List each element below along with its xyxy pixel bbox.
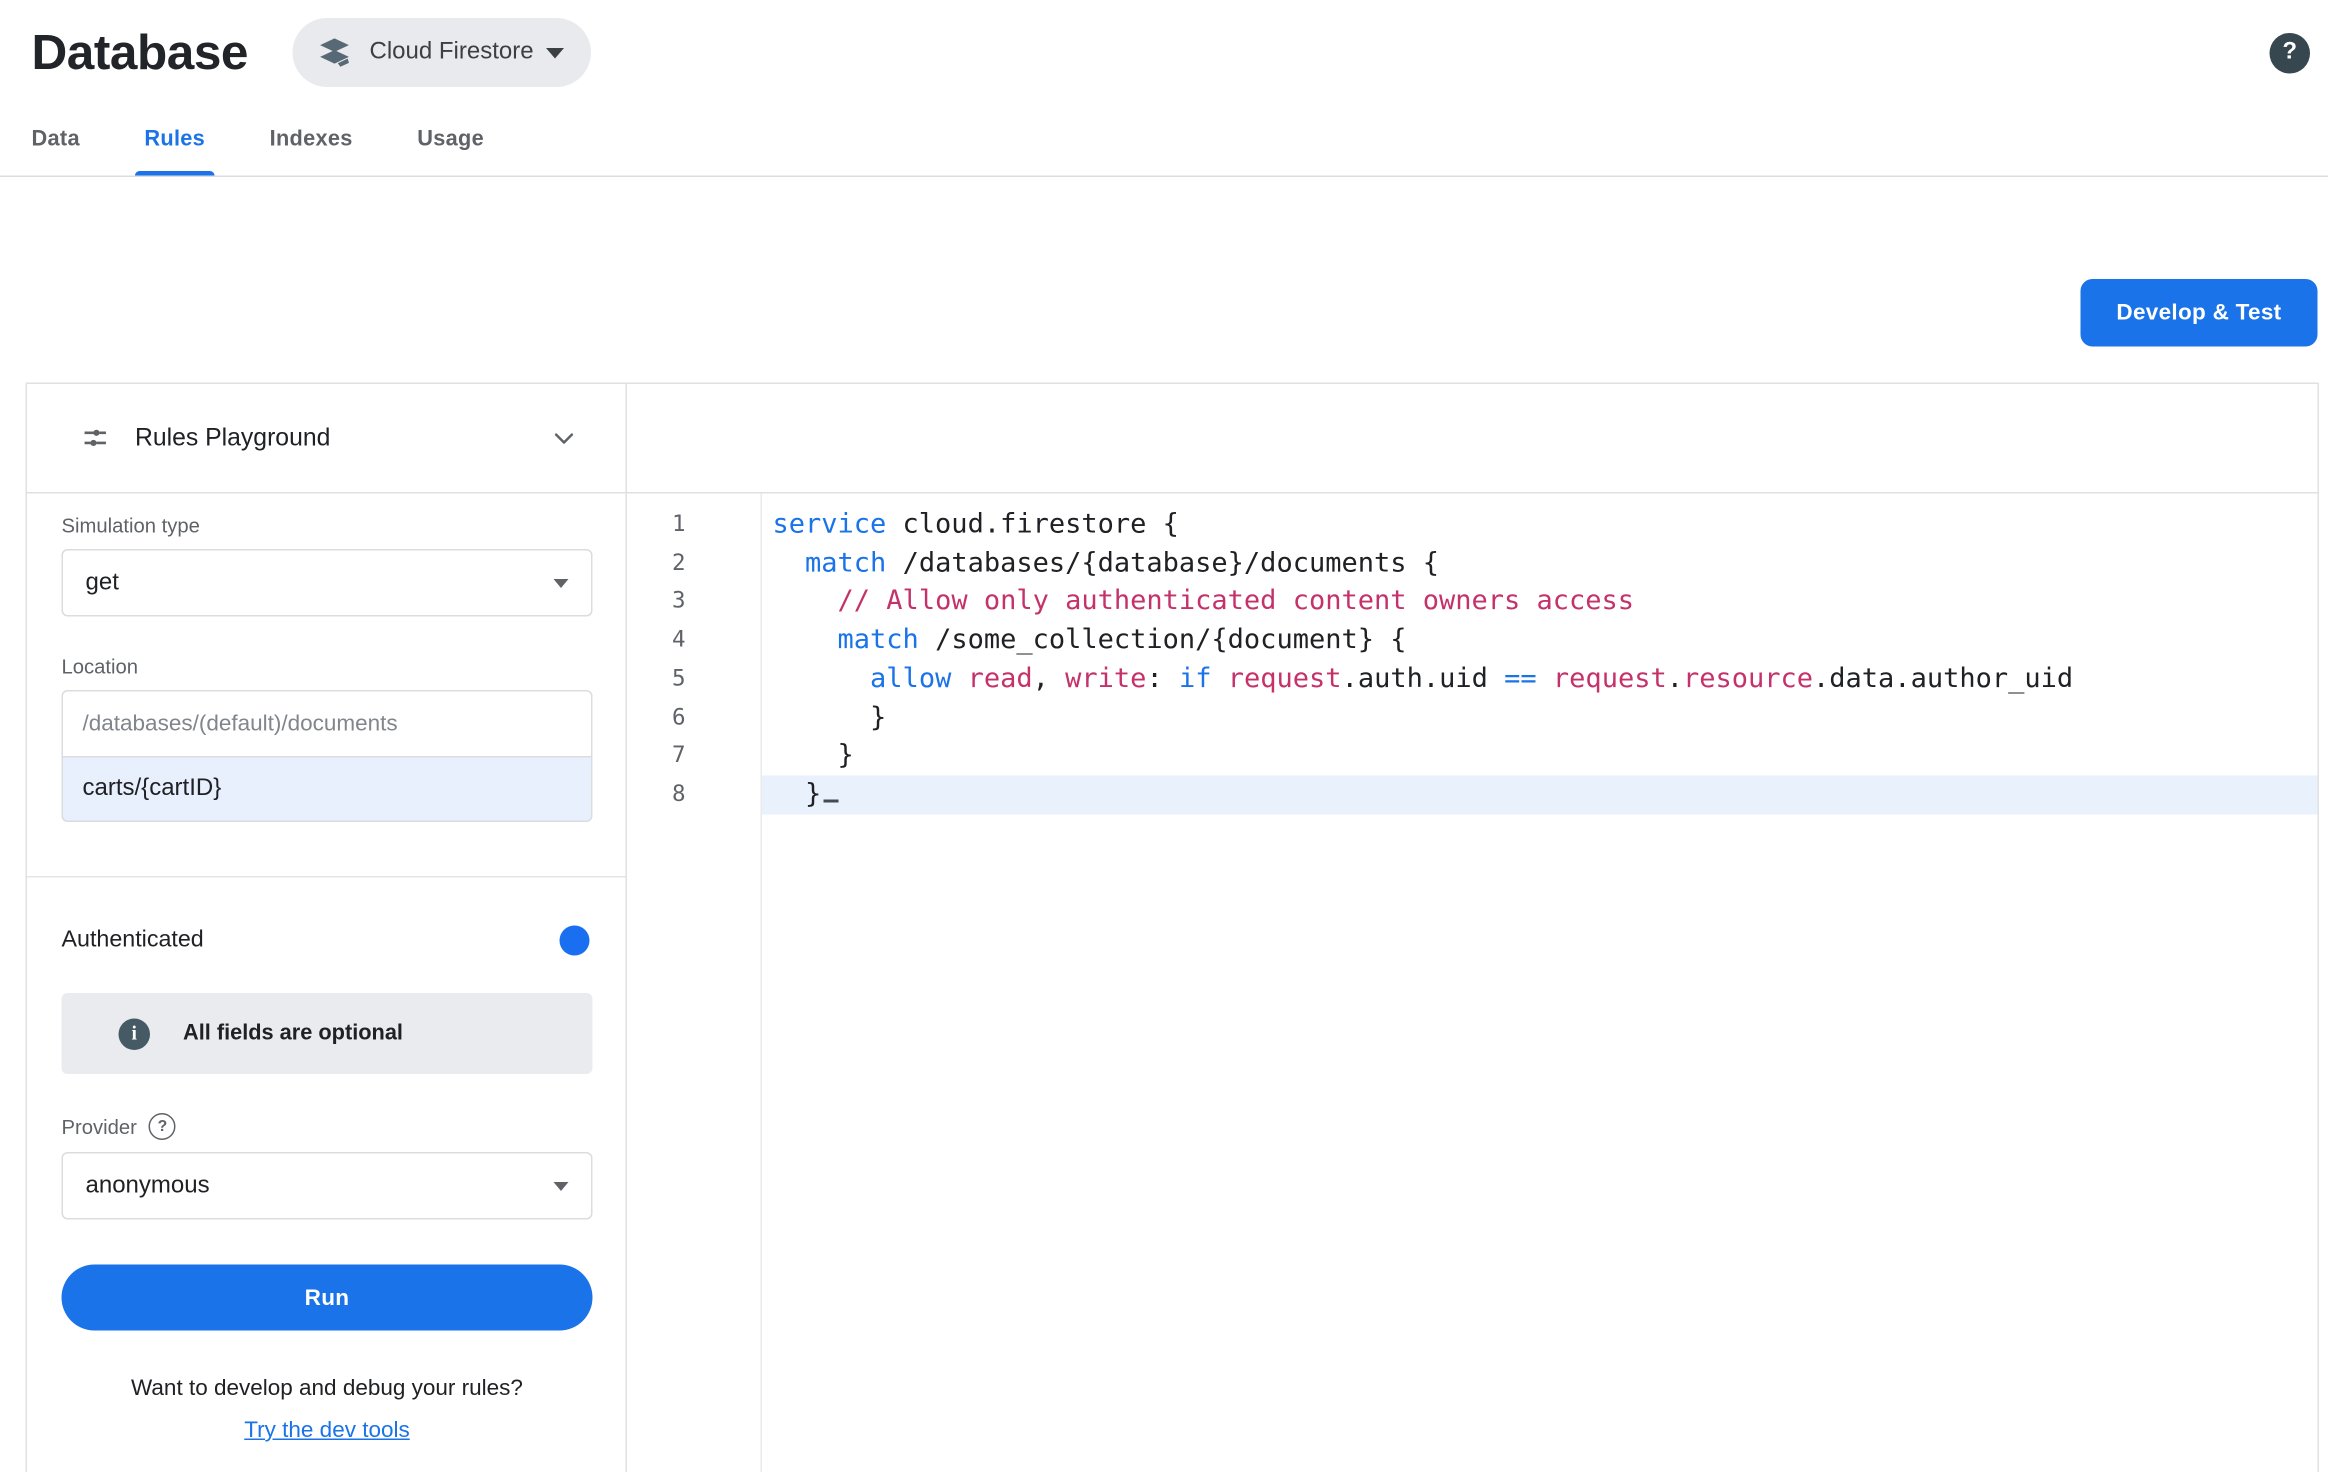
line-number: 6 [627,698,686,737]
provider-value: anonymous [86,1172,210,1199]
code-line-1[interactable]: service cloud.firestore { [762,506,2318,545]
provider-row: Provider ? [62,1113,593,1140]
help-icon[interactable]: ? [2270,32,2311,73]
authenticated-toggle[interactable] [518,923,593,959]
provider-label: Provider [62,1115,137,1138]
text-cursor [823,775,838,802]
code-line-2[interactable]: match /databases/{database}/documents { [762,544,2318,583]
location-group: /databases/(default)/documents carts/{ca… [62,690,593,822]
line-number: 3 [627,583,686,622]
chevron-down-icon [546,47,564,58]
location-input[interactable]: carts/{cartID} [62,758,593,823]
location-label: Location [62,656,593,679]
code-line-5[interactable]: allow read, write: if request.auth.uid =… [762,660,2318,699]
collapse-chevron-icon[interactable] [551,425,578,452]
playground-header[interactable]: Rules Playground [27,384,627,494]
dropdown-caret-icon [554,578,569,587]
page-header: Database Cloud Firestore ? [0,0,2328,87]
line-number: 7 [627,737,686,776]
info-banner-text: All fields are optional [183,1022,403,1046]
playground-title: Rules Playground [135,424,330,453]
tab-usage[interactable]: Usage [417,128,484,176]
rules-card: Rules Playground Simulation type get Loc… [26,383,2320,1472]
dev-tools-question: Want to develop and debug your rules? [62,1376,593,1402]
authenticated-row: Authenticated [62,923,593,959]
code-line-6[interactable]: } [762,698,2318,737]
editor-header [627,384,2318,494]
line-number: 8 [627,775,686,814]
dev-tools-link[interactable]: Try the dev tools [244,1418,409,1444]
tab-data[interactable]: Data [32,128,80,176]
simulation-type-value: get [86,569,119,596]
line-number: 4 [627,621,686,660]
playground-panel: Simulation type get Location /databases/… [27,494,627,1472]
page-title: Database [32,24,249,81]
info-icon: i [119,1018,151,1050]
dropdown-caret-icon [554,1181,569,1190]
line-number: 2 [627,544,686,583]
toolbar: Develop & Test [0,279,2328,347]
provider-help-icon[interactable]: ? [149,1113,176,1140]
code-line-8[interactable]: } [762,775,2318,814]
tab-rules[interactable]: Rules [144,128,205,176]
simulation-type-label: Simulation type [62,515,593,538]
tab-bar: Data Rules Indexes Usage [0,128,2328,178]
editor-gutter: 12345678 [627,494,762,1472]
divider [27,876,626,878]
develop-test-button[interactable]: Develop & Test [2080,279,2317,347]
info-banner: i All fields are optional [62,993,593,1074]
rules-editor: 12345678 service cloud.firestore { match… [627,494,2318,1472]
code-line-4[interactable]: match /some_collection/{document} { [762,621,2318,660]
run-button[interactable]: Run [62,1265,593,1331]
line-number: 1 [627,506,686,545]
code-line-7[interactable]: } [762,737,2318,776]
provider-select[interactable]: anonymous [62,1152,593,1220]
code-line-3[interactable]: // Allow only authenticated content owne… [762,583,2318,622]
editor-code[interactable]: service cloud.firestore { match /databas… [762,494,2318,1472]
tune-icon [81,424,110,453]
toggle-thumb [560,926,590,956]
location-prefix-input[interactable]: /databases/(default)/documents [62,690,593,758]
database-selector[interactable]: Cloud Firestore [293,18,591,87]
firestore-icon [317,35,353,71]
simulation-type-select[interactable]: get [62,549,593,617]
database-selector-label: Cloud Firestore [370,39,534,66]
authenticated-label: Authenticated [62,927,204,954]
tab-indexes[interactable]: Indexes [270,128,353,176]
line-number: 5 [627,660,686,699]
